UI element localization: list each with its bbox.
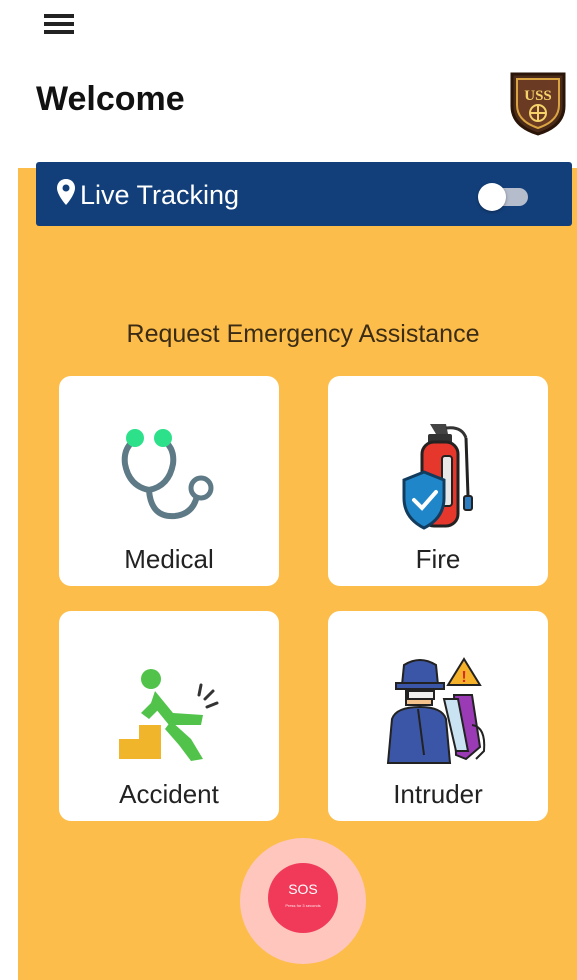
accident-card-label: Accident [119,779,219,809]
fire-card-label: Fire [415,544,461,574]
accident-card[interactable]: Accident [59,611,279,821]
medical-card[interactable]: Medical [59,376,279,586]
location-pin-icon [57,179,75,205]
toggle-knob [478,183,506,211]
page-title: Welcome [36,80,185,118]
intruder-card-label: Intruder [393,779,483,809]
sos-sublabel: Press for 3 seconds [285,903,321,908]
logo-text: USS [524,88,552,104]
sos-label: SOS [288,881,318,897]
intruder-card[interactable]: ! Intruder [328,611,548,821]
medical-card-label: Medical [124,544,214,574]
request-assistance-title: Request Emergency Assistance [126,320,480,348]
fire-extinguisher-icon [402,424,473,530]
live-tracking-toggle[interactable] [478,183,530,211]
fire-card[interactable]: Fire [328,376,548,586]
uss-logo: USS [510,72,566,136]
live-tracking-label: Live Tracking [80,180,240,210]
falling-person-icon [119,669,219,761]
stethoscope-icon [121,429,214,520]
svg-text:!: ! [461,669,466,686]
hamburger-menu-icon[interactable] [44,14,76,36]
intruder-icon: ! [386,657,486,764]
sos-button-core[interactable] [268,863,338,933]
